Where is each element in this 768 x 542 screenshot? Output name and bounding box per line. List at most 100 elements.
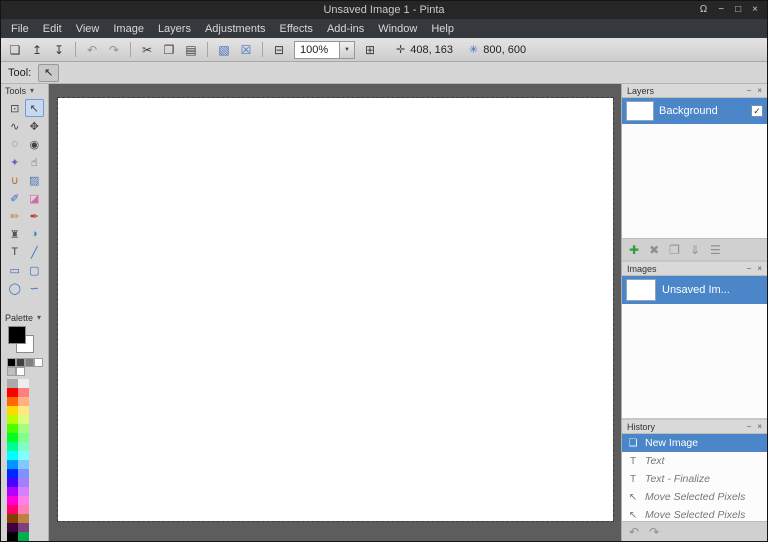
tool-paintbrush[interactable]: ✐ — [5, 189, 25, 207]
close-icon[interactable]: × — [752, 1, 758, 19]
close-panel-icon[interactable]: × — [757, 422, 762, 431]
cut-button[interactable]: ✂ — [137, 40, 157, 60]
image-row[interactable]: Unsaved Im... — [622, 276, 767, 304]
canvas[interactable] — [57, 97, 614, 522]
tool-gradient[interactable]: ▨ — [25, 171, 45, 189]
palette-color-swatch[interactable] — [7, 487, 18, 496]
tool-rectangle-select[interactable]: ⊡ — [5, 99, 25, 117]
minimize-panel-icon[interactable]: − — [747, 86, 752, 95]
palette-color-swatch[interactable] — [18, 496, 29, 505]
history-entry[interactable]: T Text — [622, 452, 767, 470]
palette-color-swatch[interactable] — [18, 523, 29, 532]
history-entry[interactable]: ↖ Move Selected Pixels — [622, 488, 767, 506]
palette-color-swatch[interactable] — [18, 415, 29, 424]
palette-color-swatch[interactable] — [18, 460, 29, 469]
palette-panel-header[interactable]: Palette ▾ — [1, 311, 48, 324]
tool-rounded-rectangle[interactable]: ▢ — [25, 261, 45, 279]
palette-color-swatch[interactable] — [18, 442, 29, 451]
palette-color-swatch[interactable] — [7, 397, 18, 406]
redo-button[interactable]: ↷ — [104, 40, 124, 60]
menu-item-view[interactable]: View — [69, 20, 107, 38]
current-tool-button[interactable]: ↖ — [38, 63, 60, 82]
tool-move-selection[interactable]: ↖ — [24, 99, 44, 118]
tools-panel-header[interactable]: Tools ▾ — [1, 84, 48, 97]
tool-zoom[interactable]: ◉ — [25, 135, 45, 153]
palette-color-swatch[interactable] — [7, 451, 18, 460]
tool-pan[interactable]: ☝ — [25, 153, 45, 171]
copy-button[interactable]: ❐ — [159, 40, 179, 60]
tool-pencil[interactable]: ✏ — [5, 207, 25, 225]
tool-text[interactable]: T — [5, 243, 25, 261]
merge-layer-down-button[interactable]: ⇓ — [690, 243, 700, 257]
tool-recolor[interactable]: ◑ — [25, 225, 45, 243]
history-entry[interactable]: ↖ Move Selected Pixels — [622, 506, 767, 521]
zoom-in-button[interactable]: ⊞ — [360, 40, 380, 60]
menu-item-layers[interactable]: Layers — [151, 20, 198, 38]
recent-color-swatch[interactable] — [25, 358, 34, 367]
palette-color-swatch[interactable] — [18, 487, 29, 496]
tool-paint-bucket[interactable]: ∪ — [5, 171, 25, 189]
palette-color-swatch[interactable] — [18, 406, 29, 415]
layer-properties-button[interactable]: ☰ — [710, 243, 721, 257]
palette-color-swatch[interactable] — [7, 424, 18, 433]
palette-color-swatch[interactable] — [7, 433, 18, 442]
recent-color-swatch[interactable] — [7, 367, 16, 376]
tool-move-selected[interactable]: ✥ — [25, 117, 45, 135]
title-bar[interactable]: Unsaved Image 1 - Pinta Ω − □ × — [1, 1, 767, 19]
tool-lasso-select[interactable]: ∿ — [5, 117, 25, 135]
palette-color-swatch[interactable] — [18, 532, 29, 541]
close-panel-icon[interactable]: × — [757, 86, 762, 95]
recent-color-swatch[interactable] — [16, 358, 25, 367]
minimize-panel-icon[interactable]: − — [747, 422, 752, 431]
delete-layer-button[interactable]: ✖ — [649, 243, 659, 257]
palette-color-swatch[interactable] — [18, 388, 29, 397]
palette-color-swatch[interactable] — [7, 478, 18, 487]
zoom-combobox[interactable]: 100% ▼ — [294, 40, 355, 59]
tool-ellipse-select[interactable]: ◌ — [5, 135, 25, 153]
menu-item-window[interactable]: Window — [371, 20, 424, 38]
palette-color-swatch[interactable] — [18, 469, 29, 478]
layer-visibility-checkbox[interactable]: ✓ — [751, 105, 763, 117]
menu-item-image[interactable]: Image — [106, 20, 151, 38]
palette-color-swatch[interactable] — [18, 505, 29, 514]
undo-button[interactable]: ↶ — [82, 40, 102, 60]
menu-item-adjustments[interactable]: Adjustments — [198, 20, 273, 38]
palette-color-swatch[interactable] — [7, 406, 18, 415]
menu-item-file[interactable]: File — [4, 20, 36, 38]
deselect-all-button[interactable]: ☒ — [236, 40, 256, 60]
layer-row[interactable]: Background ✓ — [622, 98, 767, 124]
collapse-icon[interactable]: ▾ — [37, 313, 41, 322]
history-undo-button[interactable]: ↶ — [629, 525, 639, 539]
new-image-button[interactable]: ❏ — [5, 40, 25, 60]
zoom-level-field[interactable]: 100% — [294, 40, 340, 59]
palette-color-swatch[interactable] — [7, 442, 18, 451]
duplicate-layer-button[interactable]: ❐ — [669, 243, 680, 257]
tool-clone-stamp[interactable]: ♜ — [5, 225, 25, 243]
tool-rectangle[interactable]: ▭ — [5, 261, 25, 279]
menu-item-help[interactable]: Help — [424, 20, 461, 38]
paste-button[interactable]: ▤ — [181, 40, 201, 60]
menu-item-effects[interactable]: Effects — [273, 20, 320, 38]
menu-item-edit[interactable]: Edit — [36, 20, 69, 38]
palette-color-swatch[interactable] — [18, 433, 29, 442]
palette-color-swatch[interactable] — [7, 496, 18, 505]
minimize-icon[interactable]: − — [718, 1, 724, 19]
tool-freeform-shape[interactable]: ∽ — [25, 279, 45, 297]
palette-color-swatch[interactable] — [7, 523, 18, 532]
zoom-out-button[interactable]: ⊟ — [269, 40, 289, 60]
crop-to-selection-button[interactable]: ▧ — [214, 40, 234, 60]
recent-color-swatch[interactable] — [7, 358, 16, 367]
palette-color-swatch[interactable] — [7, 505, 18, 514]
palette-color-swatch[interactable] — [7, 388, 18, 397]
tool-magic-wand[interactable]: ✦ — [5, 153, 25, 171]
palette-color-swatch[interactable] — [7, 415, 18, 424]
tool-line-curve[interactable]: ╱ — [25, 243, 45, 261]
recent-color-swatch[interactable] — [16, 367, 25, 376]
save-button[interactable]: ↧ — [49, 40, 69, 60]
palette-color-swatch[interactable] — [7, 514, 18, 523]
tool-ellipse[interactable]: ◯ — [5, 279, 25, 297]
palette-color-swatch[interactable] — [18, 478, 29, 487]
recent-color-swatch[interactable] — [34, 358, 43, 367]
open-image-button[interactable]: ↥ — [27, 40, 47, 60]
zoom-dropdown-arrow-icon[interactable]: ▼ — [340, 40, 355, 59]
